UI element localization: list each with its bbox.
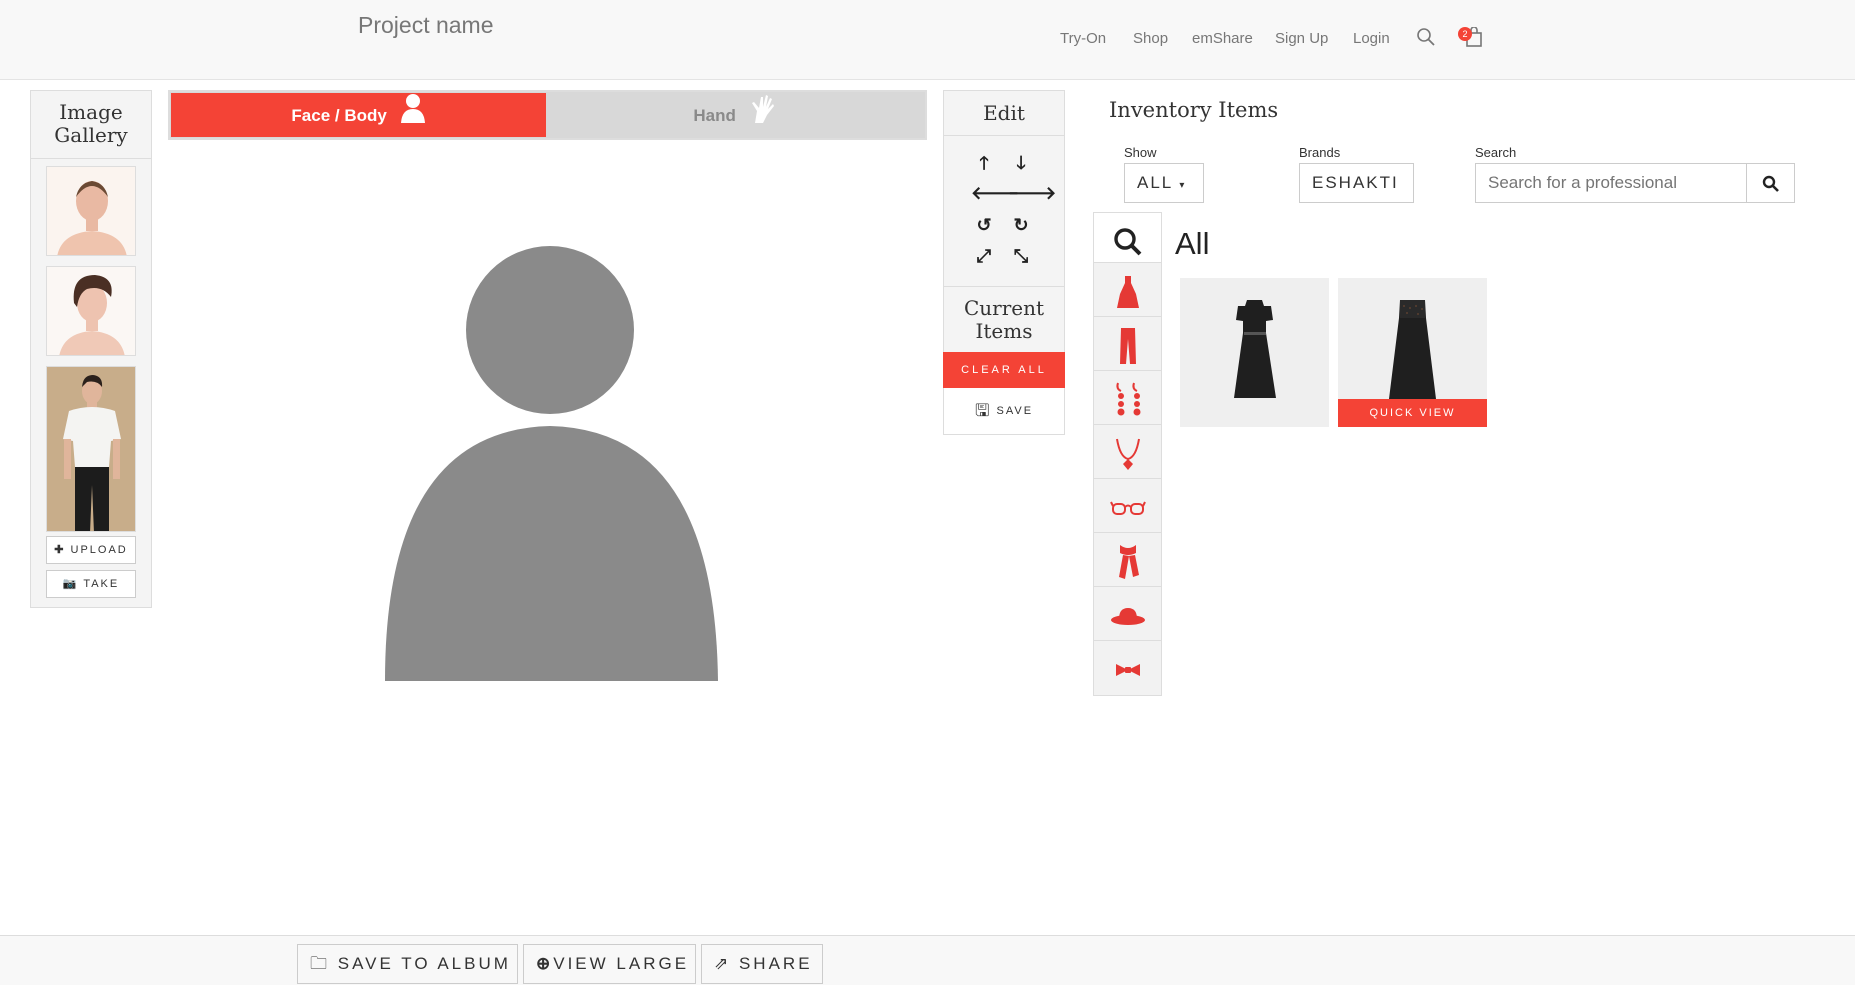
bottom-toolbar: 🗀 SAVE TO ALBUM ⊕VIEW LARGE ⇗ SHARE xyxy=(0,935,1855,985)
search-submit-button[interactable] xyxy=(1746,163,1795,203)
rotate-left-icon[interactable]: ↺ xyxy=(971,215,997,236)
gallery-title: Image Gallery xyxy=(31,91,151,159)
save-button[interactable]: 🖫 SAVE xyxy=(944,388,1064,434)
gallery-thumb-man[interactable] xyxy=(46,366,136,532)
hand-icon xyxy=(749,93,777,140)
category-necklace-icon[interactable] xyxy=(1094,425,1161,479)
mode-tabs: Face / Body Hand xyxy=(168,90,927,140)
zoom-in-icon: ⊕ xyxy=(536,954,554,973)
category-glasses-icon[interactable] xyxy=(1094,479,1161,533)
expand-icon[interactable]: ⤢ xyxy=(971,246,997,267)
move-up-icon[interactable]: 🡑 xyxy=(971,151,997,181)
product-card[interactable] xyxy=(1180,278,1329,427)
category-hat-icon[interactable] xyxy=(1094,587,1161,641)
category-search-icon[interactable] xyxy=(1094,213,1161,263)
compress-icon[interactable]: ⤡ xyxy=(1008,246,1034,267)
move-down-icon[interactable]: 🡓 xyxy=(1008,151,1034,181)
edit-panel: Edit 🡑 🡓 🡐 🡒 ↺ ↻ ⤢ ⤡ Current Items CLEAR… xyxy=(943,90,1065,435)
clear-all-button[interactable]: CLEAR ALL xyxy=(943,352,1065,388)
nav-sign-up[interactable]: Sign Up xyxy=(1275,30,1328,47)
nav-emshare[interactable]: emShare xyxy=(1192,30,1253,47)
show-dropdown[interactable]: ALL ▾ xyxy=(1124,163,1204,203)
category-sidebar xyxy=(1093,212,1162,696)
floppy-icon: 🖫 xyxy=(974,401,992,421)
move-left-icon[interactable]: 🡐 xyxy=(971,183,1019,204)
category-scarf-icon[interactable] xyxy=(1094,533,1161,587)
nav-login[interactable]: Login xyxy=(1353,30,1390,47)
rotate-right-icon[interactable]: ↻ xyxy=(1008,215,1034,236)
share-button[interactable]: ⇗ SHARE xyxy=(701,944,823,984)
gallery-thumb-woman-1[interactable] xyxy=(46,166,136,256)
search-input[interactable] xyxy=(1475,163,1747,203)
nav-shop[interactable]: Shop xyxy=(1133,30,1168,47)
tab-face-body[interactable]: Face / Body xyxy=(171,93,546,137)
category-earrings-icon[interactable] xyxy=(1094,371,1161,425)
category-pants-icon[interactable] xyxy=(1094,317,1161,371)
tab-hand[interactable]: Hand xyxy=(546,93,924,137)
brands-label: Brands xyxy=(1299,145,1341,160)
take-photo-button[interactable]: 📷 TAKE xyxy=(46,570,136,598)
model-silhouette[interactable] xyxy=(385,240,720,681)
cart-count-badge: 2 xyxy=(1458,27,1472,41)
search-label: Search xyxy=(1475,145,1517,160)
share-icon: ⇗ xyxy=(714,954,739,973)
top-navbar: Project name Try-On Shop emShare Sign Up… xyxy=(0,0,1855,80)
view-large-button[interactable]: ⊕VIEW LARGE xyxy=(523,944,696,984)
gallery-thumb-woman-2[interactable] xyxy=(46,266,136,356)
upload-button[interactable]: ✚ UPLOAD xyxy=(46,536,136,564)
folder-icon: 🗀 xyxy=(310,954,338,973)
inventory-title: Inventory Items xyxy=(1109,98,1279,122)
image-gallery-panel: Image Gallery ✚ UPLOAD 📷 TAKE xyxy=(30,90,152,608)
brands-dropdown[interactable]: ESHAKTI xyxy=(1299,163,1414,203)
edit-title: Edit xyxy=(944,91,1064,136)
current-items-title: Current Items xyxy=(944,286,1064,346)
search-icon xyxy=(1762,175,1779,192)
quick-view-button[interactable]: QUICK VIEW xyxy=(1338,399,1487,427)
product-card[interactable]: QUICK VIEW xyxy=(1338,278,1487,427)
search-icon[interactable] xyxy=(1416,27,1436,52)
brand-name[interactable]: Project name xyxy=(358,12,494,39)
dress-image xyxy=(1389,300,1436,399)
category-dress-icon[interactable] xyxy=(1094,263,1161,317)
caret-down-icon: ▾ xyxy=(1179,180,1187,191)
nav-try-on[interactable]: Try-On xyxy=(1060,30,1106,47)
dress-image xyxy=(1234,300,1276,398)
show-label: Show xyxy=(1124,145,1157,160)
save-to-album-button[interactable]: 🗀 SAVE TO ALBUM xyxy=(297,944,518,984)
move-right-icon[interactable]: 🡒 xyxy=(1008,183,1056,204)
category-bowtie-icon[interactable] xyxy=(1094,641,1161,695)
person-icon xyxy=(400,93,426,140)
inventory-heading: All xyxy=(1175,226,1210,261)
